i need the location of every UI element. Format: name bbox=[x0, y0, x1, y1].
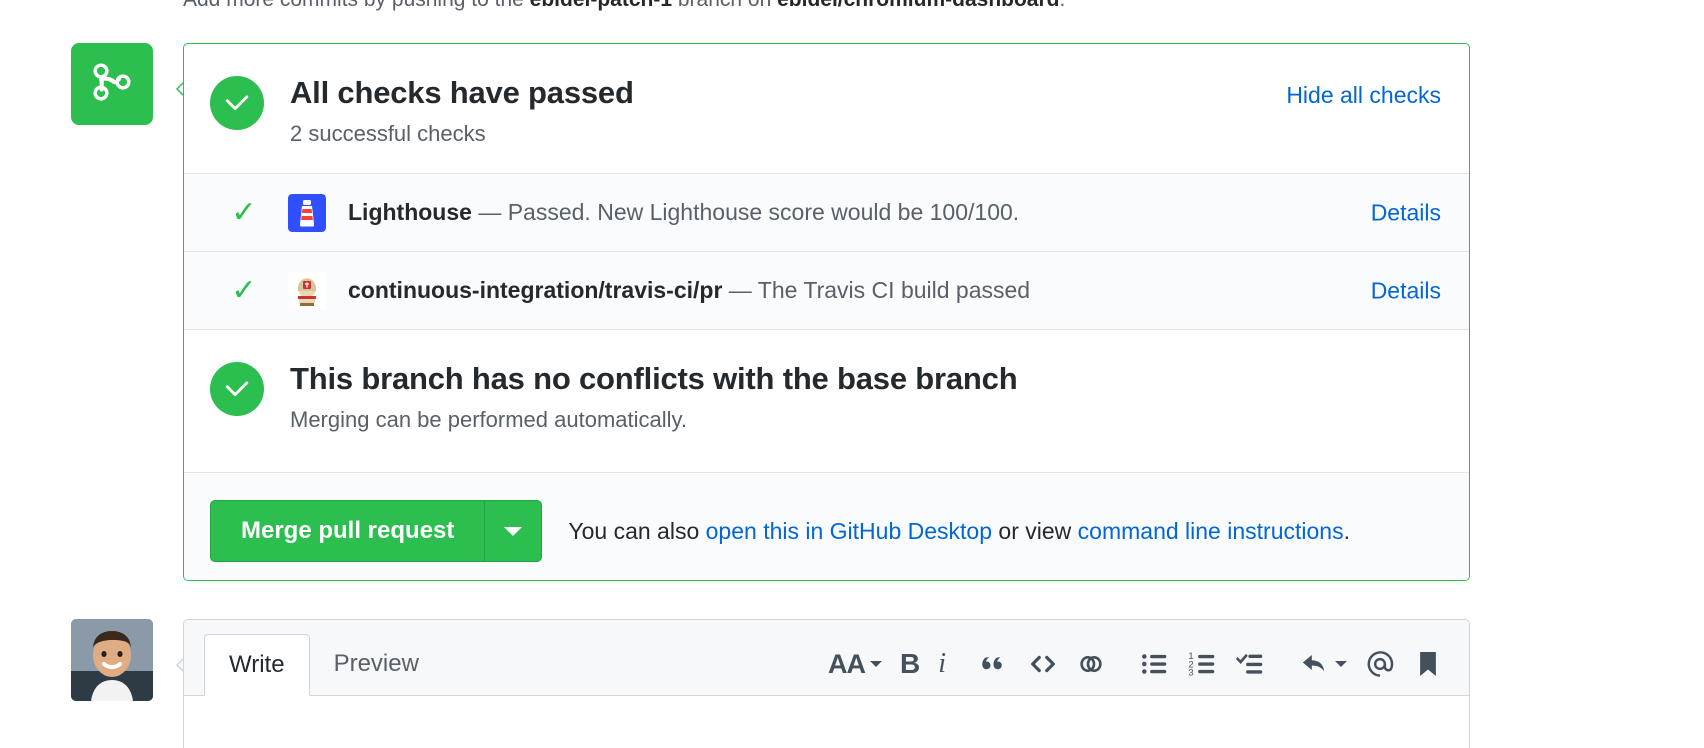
push-commits-note: Add more commits by pushing to the ebide… bbox=[183, 0, 1065, 12]
check-name: continuous-integration/travis-ci/pr bbox=[348, 277, 723, 303]
push-note-suffix: . bbox=[1059, 0, 1065, 11]
code-icon[interactable] bbox=[1028, 641, 1058, 687]
merge-status-box: All checks have passed 2 successful chec… bbox=[183, 43, 1470, 581]
check-separator: — bbox=[722, 277, 758, 303]
check-separator: — bbox=[471, 199, 508, 225]
tab-write[interactable]: Write bbox=[204, 634, 310, 696]
check-status-text: Passed. New Lighthouse score would be 10… bbox=[507, 199, 1020, 225]
task-list-icon[interactable] bbox=[1236, 641, 1266, 687]
repo-name: ebidel/chromium-dashboard bbox=[777, 0, 1059, 11]
bold-label: B bbox=[899, 648, 921, 679]
reply-icon[interactable] bbox=[1300, 641, 1347, 687]
conflict-subtitle: Merging can be performed automatically. bbox=[290, 407, 688, 433]
saved-replies-icon[interactable] bbox=[1413, 641, 1443, 687]
conflict-title: This branch has no conflicts with the ba… bbox=[290, 361, 1018, 396]
hide-all-checks-link[interactable]: Hide all checks bbox=[1286, 82, 1441, 109]
merge-options-dropdown-button[interactable] bbox=[484, 500, 543, 562]
composer-tabnav: Write Preview AA B i 1 2 3 bbox=[184, 620, 1469, 696]
check-row[interactable]: ✓ continuous-integration/travis-ci/pr — … bbox=[184, 252, 1469, 330]
github-pull-request-merge-area: Add more commits by pushing to the ebide… bbox=[0, 0, 1704, 748]
also-suffix: . bbox=[1343, 517, 1350, 544]
also-prefix: You can also bbox=[568, 517, 706, 544]
comment-composer: Write Preview AA B i 1 2 3 bbox=[183, 619, 1470, 748]
branch-name: ebidel-patch-1 bbox=[530, 0, 672, 11]
check-passed-tick-icon: ✓ bbox=[231, 273, 257, 307]
check-row[interactable]: ✓ Lighthouse — Passed. New Lighthouse sc… bbox=[184, 174, 1469, 252]
quote-icon[interactable] bbox=[980, 641, 1010, 687]
chevron-down-icon bbox=[504, 526, 523, 536]
travis-ci-icon bbox=[288, 271, 326, 310]
check-description: Lighthouse — Passed. New Lighthouse scor… bbox=[348, 199, 1019, 226]
check-status-text: The Travis CI build passed bbox=[757, 277, 1031, 303]
text-size-icon[interactable]: AA bbox=[828, 641, 882, 687]
checks-status-subtitle: 2 successful checks bbox=[290, 121, 486, 147]
command-line-instructions-link[interactable]: command line instructions bbox=[1078, 518, 1344, 544]
chevron-down-icon bbox=[869, 661, 882, 667]
alternative-merge-text: You can also open this in GitHub Desktop… bbox=[568, 518, 1350, 545]
check-details-link[interactable]: Details bbox=[1371, 199, 1441, 226]
link-icon[interactable] bbox=[1076, 641, 1106, 687]
merge-actions-bar: Merge pull request You can also open thi… bbox=[184, 473, 1469, 580]
conflict-status-text: This branch has no conflicts with the ba… bbox=[290, 360, 1018, 433]
checks-status-title: All checks have passed bbox=[290, 75, 634, 110]
checks-status-text: All checks have passed 2 successful chec… bbox=[290, 74, 634, 147]
check-passed-tick-icon: ✓ bbox=[231, 195, 257, 229]
git-merge-badge bbox=[71, 43, 153, 125]
text-size-label: AA bbox=[827, 648, 866, 679]
chevron-down-icon bbox=[1335, 661, 1347, 667]
lighthouse-icon bbox=[288, 193, 326, 232]
check-description: continuous-integration/travis-ci/pr — Th… bbox=[348, 277, 1030, 304]
no-conflicts-icon bbox=[210, 362, 264, 416]
merge-button-group: Merge pull request bbox=[210, 500, 543, 562]
unordered-list-icon[interactable] bbox=[1140, 641, 1170, 687]
branch-conflict-status: This branch has no conflicts with the ba… bbox=[184, 330, 1469, 473]
checks-passed-icon bbox=[210, 76, 264, 130]
markdown-toolbar: AA B i 1 2 3 bbox=[828, 641, 1443, 687]
check-name: Lighthouse bbox=[348, 199, 472, 225]
push-note-middle: branch on bbox=[672, 0, 777, 11]
also-middle: or view bbox=[992, 517, 1078, 544]
avatar bbox=[71, 619, 153, 701]
merge-pull-request-button[interactable]: Merge pull request bbox=[210, 500, 485, 562]
ordered-list-icon[interactable]: 1 2 3 bbox=[1188, 641, 1218, 687]
bold-icon[interactable]: B bbox=[900, 641, 920, 687]
italic-icon[interactable]: i bbox=[938, 641, 946, 687]
github-desktop-link[interactable]: open this in GitHub Desktop bbox=[706, 518, 992, 544]
svg-text:3: 3 bbox=[1188, 668, 1193, 678]
italic-label: i bbox=[938, 648, 946, 679]
push-note-prefix: Add more commits by pushing to the bbox=[183, 0, 530, 11]
check-details-link[interactable]: Details bbox=[1371, 277, 1441, 304]
mention-icon[interactable] bbox=[1365, 641, 1395, 687]
tab-preview[interactable]: Preview bbox=[310, 633, 443, 695]
checks-status-header: All checks have passed 2 successful chec… bbox=[184, 44, 1469, 174]
git-merge-icon bbox=[90, 60, 134, 109]
